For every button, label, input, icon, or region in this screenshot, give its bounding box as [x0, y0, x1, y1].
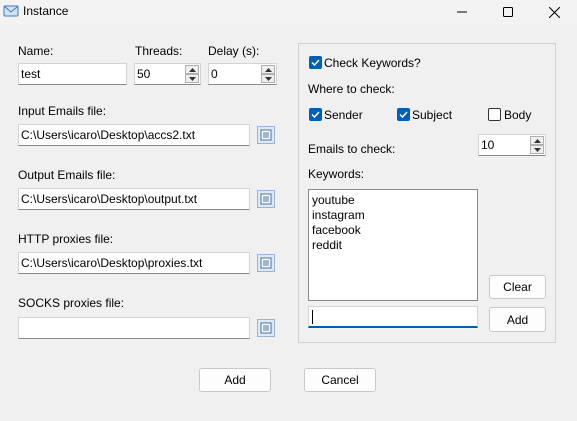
list-item[interactable]: instagram [312, 208, 474, 223]
emails-to-check-value: 10 [481, 138, 495, 152]
socks-proxies-field[interactable] [18, 317, 250, 339]
input-emails-field[interactable]: C:\Users\icaro\Desktop\accs2.txt [18, 124, 250, 146]
delay-down-button[interactable] [261, 74, 275, 83]
delay-label: Delay (s): [208, 44, 260, 58]
checkmark-icon [311, 111, 320, 118]
browse-socks-button[interactable] [257, 319, 275, 337]
arrow-down-icon [533, 147, 541, 152]
name-label: Name: [18, 44, 54, 58]
input-emails-label: Input Emails file: [18, 104, 107, 118]
file-browse-icon [260, 129, 272, 141]
browse-http-button[interactable] [257, 254, 275, 272]
arrow-down-icon [188, 76, 196, 81]
subject-label: Subject [412, 108, 453, 122]
emails-down-button[interactable] [530, 145, 544, 154]
close-icon [548, 6, 560, 18]
socks-proxies-label: SOCKS proxies file: [18, 296, 125, 310]
browse-input-button[interactable] [257, 126, 275, 144]
body-checkbox[interactable] [488, 108, 501, 121]
text-caret [312, 310, 313, 324]
checkmark-icon [311, 59, 320, 66]
list-item[interactable]: youtube [312, 193, 474, 208]
maximize-icon [503, 7, 513, 17]
clear-button[interactable]: Clear [489, 275, 546, 299]
delay-value: 0 [211, 67, 218, 81]
arrow-down-icon [264, 76, 272, 81]
emails-to-check-stepper[interactable]: 10 [478, 134, 546, 156]
output-emails-field[interactable]: C:\Users\icaro\Desktop\output.txt [18, 188, 250, 210]
emails-up-button[interactable] [530, 136, 544, 145]
window-title: Instance [23, 4, 69, 18]
minimize-icon [457, 11, 467, 13]
sender-checkbox[interactable] [309, 108, 322, 121]
threads-stepper[interactable]: 50 [134, 63, 201, 85]
threads-value: 50 [137, 67, 151, 81]
body-label: Body [504, 108, 532, 122]
list-item[interactable]: facebook [312, 223, 474, 238]
output-emails-label: Output Emails file: [18, 168, 116, 182]
keyword-input[interactable] [308, 306, 478, 328]
sender-label: Sender [324, 108, 363, 122]
checkmark-icon [399, 111, 408, 118]
maximize-button[interactable] [485, 0, 531, 24]
cancel-button[interactable]: Cancel [304, 368, 376, 392]
where-to-check-label: Where to check: [308, 82, 395, 96]
title-bar: Instance [0, 0, 577, 24]
file-browse-icon [260, 322, 272, 334]
arrow-up-icon [533, 138, 541, 143]
threads-label: Threads: [135, 44, 183, 58]
mail-icon [3, 3, 19, 19]
check-keywords-label: Check Keywords? [324, 56, 421, 70]
keywords-label: Keywords: [308, 167, 365, 181]
threads-up-button[interactable] [185, 65, 199, 74]
http-proxies-field[interactable]: C:\Users\icaro\Desktop\proxies.txt [18, 252, 250, 274]
minimize-button[interactable] [439, 0, 485, 24]
delay-up-button[interactable] [261, 65, 275, 74]
close-button[interactable] [531, 0, 577, 24]
arrow-up-icon [264, 67, 272, 72]
list-item[interactable]: reddit [312, 238, 474, 253]
threads-down-button[interactable] [185, 74, 199, 83]
delay-stepper[interactable]: 0 [208, 63, 277, 85]
http-proxies-label: HTTP proxies file: [18, 232, 114, 246]
add-button[interactable]: Add [199, 368, 271, 392]
name-field[interactable]: test [18, 63, 127, 85]
arrow-up-icon [188, 67, 196, 72]
subject-checkbox[interactable] [397, 108, 410, 121]
add-keyword-button[interactable]: Add [489, 307, 546, 332]
browse-output-button[interactable] [257, 190, 275, 208]
file-browse-icon [260, 193, 272, 205]
emails-to-check-label: Emails to check: [308, 142, 396, 156]
keywords-list[interactable]: youtube instagram facebook reddit [308, 189, 478, 301]
check-keywords-checkbox[interactable] [309, 56, 322, 69]
file-browse-icon [260, 257, 272, 269]
